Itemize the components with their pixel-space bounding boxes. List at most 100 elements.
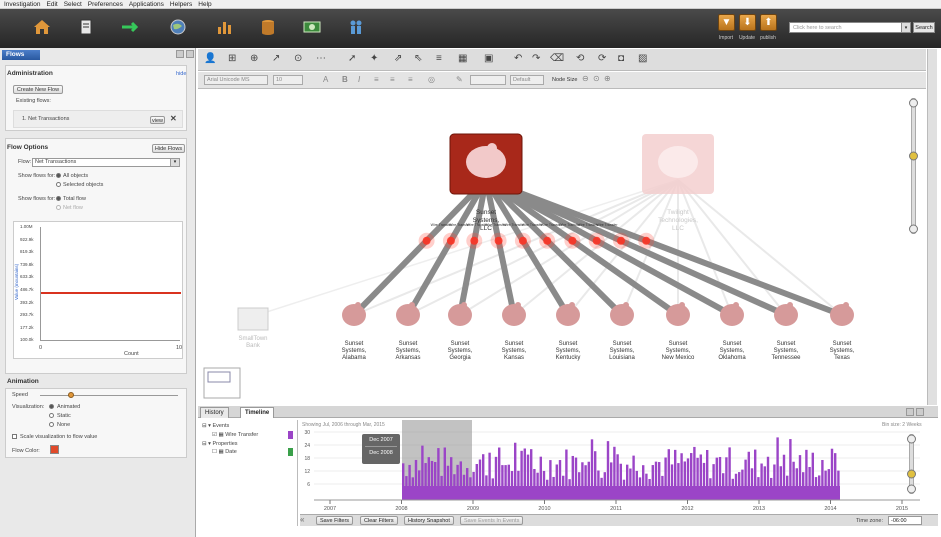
tab-flows[interactable]: Flows [2, 50, 40, 60]
piggy-bank-node[interactable] [666, 304, 690, 326]
layout-icon[interactable]: ⋯ [316, 53, 326, 64]
selected-objects-radio[interactable] [56, 182, 61, 187]
node-size-decrease-icon[interactable]: ⊖ [582, 74, 589, 83]
database-icon[interactable] [258, 17, 278, 37]
undo-all-icon[interactable]: ⟲ [576, 53, 584, 64]
piggy-bank-node[interactable] [610, 304, 634, 326]
grid-icon[interactable]: ▦ [458, 53, 467, 64]
align-center-icon[interactable]: ≡ [390, 75, 395, 84]
timezone-select[interactable]: -06:00 [888, 516, 922, 525]
menu-investigation[interactable]: Investigation [4, 0, 41, 8]
tab-history[interactable]: History [200, 407, 229, 418]
align-right-icon[interactable]: ≡ [408, 75, 413, 84]
piggy-bank-node[interactable] [720, 304, 744, 326]
history-snapshot-button[interactable]: History Snapshot [404, 516, 454, 525]
shape-icon[interactable]: ◎ [428, 75, 435, 84]
search-dropdown-icon[interactable]: ▾ [901, 22, 911, 33]
line-default-select[interactable]: Default [510, 75, 544, 85]
publish-button[interactable]: ⬆ [760, 14, 777, 31]
align-left-icon[interactable]: ≡ [374, 75, 379, 84]
timeline-minimize-button[interactable] [906, 408, 914, 416]
save-filters-button[interactable]: Save Filters [316, 516, 354, 525]
flow-color-swatch[interactable] [50, 445, 59, 454]
date-tree-item[interactable]: ☐ ▦ Date [212, 449, 237, 455]
animated-radio[interactable] [49, 404, 54, 409]
import-button[interactable]: ▼ [718, 14, 735, 31]
all-objects-radio[interactable] [56, 173, 61, 178]
expand-icon[interactable]: ⇗ [394, 53, 402, 64]
select-icon[interactable]: ➚ [348, 53, 356, 64]
speed-slider-thumb[interactable] [68, 392, 74, 398]
piggy-bank-node[interactable] [396, 304, 420, 326]
search-button[interactable]: Search [913, 22, 935, 33]
timeline-zoom-slider[interactable] [907, 433, 916, 495]
flow-select-chevron-icon[interactable]: ▾ [170, 158, 180, 167]
bold-icon[interactable]: B [342, 75, 348, 84]
pin-icon[interactable]: ✦ [370, 53, 378, 64]
bank-building-icon[interactable] [237, 307, 269, 331]
redo-all-icon[interactable]: ⟳ [598, 53, 606, 64]
globe-icon[interactable] [168, 17, 188, 37]
font-color-icon[interactable]: A [323, 75, 328, 84]
close-panel-button[interactable] [186, 50, 194, 58]
add-person-icon[interactable]: 👤 [204, 53, 216, 64]
node-size-reset-icon[interactable]: ⊙ [593, 74, 600, 83]
flows-icon[interactable] [120, 17, 140, 37]
none-radio[interactable] [49, 422, 54, 427]
font-family-select[interactable]: Arial Unicode MS [204, 75, 268, 85]
home-icon[interactable] [32, 17, 52, 37]
menu-preferences[interactable]: Preferences [88, 0, 123, 8]
font-size-select[interactable]: 10 [273, 75, 303, 85]
add-time-icon[interactable]: ⊙ [294, 53, 302, 64]
node-size-increase-icon[interactable]: ⊕ [604, 74, 611, 83]
camera-icon[interactable]: ◘ [618, 53, 624, 64]
wire-transfer-tree-item[interactable]: ☑ ▦ Wire Transfer [212, 432, 258, 438]
scale-visualization-checkbox[interactable] [12, 434, 17, 439]
menu-helpers[interactable]: Helpers [170, 0, 192, 8]
piggy-bank-node[interactable] [342, 304, 366, 326]
add-entity-icon[interactable]: ⊕ [250, 53, 258, 64]
clear-filters-button[interactable]: Clear Filters [360, 516, 398, 525]
delete-flow-icon[interactable]: ✕ [170, 114, 177, 123]
timeline-close-button[interactable] [916, 408, 924, 416]
static-radio[interactable] [49, 413, 54, 418]
image-icon[interactable]: ▨ [638, 53, 647, 64]
money-icon[interactable] [302, 17, 322, 37]
add-link-icon[interactable]: ↗ [272, 53, 280, 64]
piggy-bank-node[interactable] [830, 304, 854, 326]
total-flow-radio[interactable] [56, 196, 61, 201]
timeline-chart[interactable]: 30 24 18 12 6 2007 2008 2009 2010 2011 2012 2013 201… [300, 420, 926, 512]
menu-edit[interactable]: Edit [47, 0, 58, 8]
collapse-icon[interactable]: ⇖ [414, 53, 422, 64]
line-style-select[interactable] [470, 75, 506, 85]
menu-help[interactable]: Help [198, 0, 211, 8]
piggy-bank-node[interactable] [556, 304, 580, 326]
window-icon[interactable]: ▣ [484, 53, 493, 64]
events-tree-item[interactable]: ⊟ ▾ Events [202, 423, 229, 429]
chart-icon[interactable] [214, 17, 234, 37]
line-color-icon[interactable]: ✎ [456, 75, 463, 84]
admin-hide-link[interactable]: hide [176, 71, 186, 77]
graph-canvas[interactable]: Wire Transfer Wire Transfer Wire Transfer W… [198, 90, 926, 404]
undo-icon[interactable]: ↶ [514, 53, 522, 64]
italic-icon[interactable]: I [358, 75, 360, 84]
menu-applications[interactable]: Applications [129, 0, 164, 8]
net-flow-radio[interactable] [56, 205, 61, 210]
piggy-bank-node[interactable] [502, 304, 526, 326]
speed-slider-track[interactable] [40, 395, 178, 396]
hide-flows-button[interactable]: Hide Flows [152, 144, 185, 153]
tab-timeline[interactable]: Timeline [240, 407, 275, 418]
list-icon[interactable]: ≡ [436, 53, 442, 64]
timeline-scroll-left-icon[interactable]: « [300, 515, 310, 525]
notebook-icon[interactable] [76, 17, 96, 37]
add-node-icon[interactable]: ⊞ [228, 53, 236, 64]
right-scrollbar[interactable] [927, 49, 937, 405]
create-new-flow-button[interactable]: Create New Flow [13, 85, 63, 94]
redo-icon[interactable]: ↷ [532, 53, 540, 64]
minimize-panel-button[interactable] [176, 50, 184, 58]
view-flow-button[interactable]: view [150, 116, 165, 124]
menu-select[interactable]: Select [64, 0, 82, 8]
eraser-icon[interactable]: ⌫ [550, 53, 564, 64]
search-input[interactable]: Click here to search [789, 22, 902, 33]
properties-tree-item[interactable]: ⊟ ▾ Properties [202, 441, 238, 447]
